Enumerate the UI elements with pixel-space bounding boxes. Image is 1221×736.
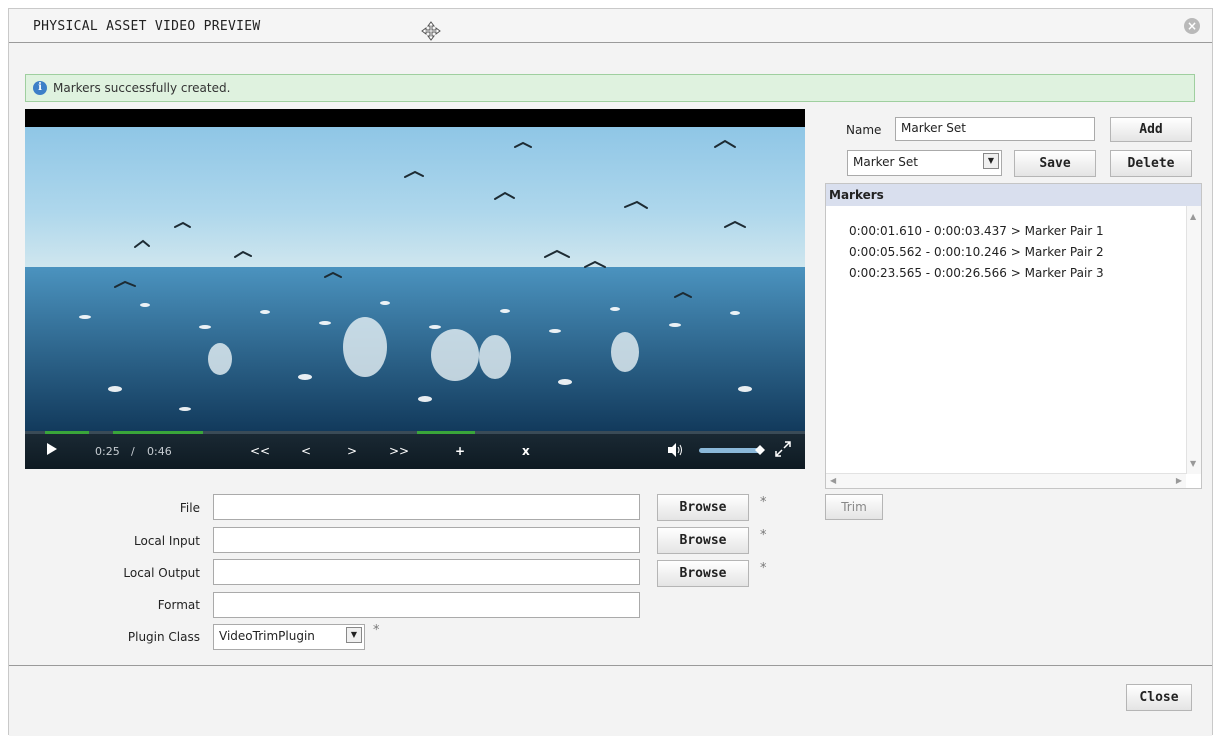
local-input-field[interactable] bbox=[213, 527, 640, 553]
markers-header: Markers bbox=[826, 184, 1201, 206]
current-time: 0:25 bbox=[95, 445, 120, 458]
seek-bar[interactable] bbox=[25, 431, 805, 434]
file-label: File bbox=[179, 501, 200, 515]
close-icon[interactable]: × bbox=[1184, 18, 1200, 34]
fullscreen-icon[interactable] bbox=[775, 441, 791, 457]
volume-icon[interactable] bbox=[668, 443, 684, 457]
asset-preview-dialog: PHYSICAL ASSET VIDEO PREVIEW × i Markers… bbox=[8, 8, 1213, 736]
marker-set-select[interactable]: Marker Set ▼ bbox=[847, 150, 1002, 176]
local-output-required-mark: * bbox=[760, 561, 767, 576]
local-input-label: Local Input bbox=[134, 534, 200, 548]
add-marker-set-button[interactable]: Add bbox=[1110, 117, 1192, 142]
delete-button[interactable]: Delete bbox=[1110, 150, 1192, 177]
scroll-down-icon[interactable]: ▼ bbox=[1190, 459, 1196, 468]
rewind-button[interactable]: << bbox=[250, 444, 270, 458]
marker-set-select-value: Marker Set bbox=[853, 155, 918, 169]
file-required-mark: * bbox=[760, 495, 767, 510]
video-player[interactable]: 0:25 / 0:46 << < > >> + x bbox=[25, 109, 805, 469]
plugin-class-label: Plugin Class bbox=[127, 630, 200, 644]
markers-list-box: Markers 0:00:01.610 - 0:00:03.437 > Mark… bbox=[825, 183, 1202, 489]
info-icon: i bbox=[33, 81, 47, 95]
scroll-right-icon[interactable]: ▶ bbox=[1176, 476, 1182, 485]
marker-item-2[interactable]: 0:00:05.562 - 0:00:10.246 > Marker Pair … bbox=[849, 245, 1104, 259]
marker-name-label: Name bbox=[846, 123, 882, 137]
marker-segment-3 bbox=[417, 431, 475, 434]
video-frame[interactable] bbox=[25, 127, 805, 431]
move-icon[interactable] bbox=[421, 21, 441, 41]
format-label: Format bbox=[157, 598, 200, 612]
chevron-down-icon[interactable]: ▼ bbox=[346, 627, 362, 643]
marker-segment-2 bbox=[113, 431, 203, 434]
dialog-titlebar[interactable]: PHYSICAL ASSET VIDEO PREVIEW × bbox=[9, 9, 1212, 43]
plugin-class-select[interactable]: VideoTrimPlugin ▼ bbox=[213, 624, 365, 650]
add-marker-button[interactable]: + bbox=[455, 444, 465, 458]
dialog-title: PHYSICAL ASSET VIDEO PREVIEW bbox=[33, 19, 261, 34]
duration: 0:46 bbox=[147, 445, 172, 458]
volume-slider[interactable] bbox=[699, 448, 761, 453]
marker-segment-1 bbox=[45, 431, 89, 434]
local-input-required-mark: * bbox=[760, 528, 767, 543]
horizontal-scrollbar[interactable]: ◀ ▶ bbox=[826, 473, 1186, 488]
close-button[interactable]: Close bbox=[1126, 684, 1192, 711]
dialog-footer: Close bbox=[9, 666, 1212, 736]
marker-name-input[interactable]: Marker Set bbox=[895, 117, 1095, 141]
local-output-field[interactable] bbox=[213, 559, 640, 585]
file-browse-button[interactable]: Browse bbox=[657, 494, 749, 521]
save-button[interactable]: Save bbox=[1014, 150, 1096, 177]
trim-button[interactable]: Trim bbox=[825, 494, 883, 520]
play-icon[interactable] bbox=[47, 443, 57, 455]
scroll-left-icon[interactable]: ◀ bbox=[830, 476, 836, 485]
scroll-up-icon[interactable]: ▲ bbox=[1190, 212, 1196, 221]
marker-item-3[interactable]: 0:00:23.565 - 0:00:26.566 > Marker Pair … bbox=[849, 266, 1104, 280]
local-output-browse-button[interactable]: Browse bbox=[657, 560, 749, 587]
player-controls: 0:25 / 0:46 << < > >> + x bbox=[25, 431, 805, 469]
vertical-scrollbar[interactable]: ▲ ▼ bbox=[1186, 206, 1201, 474]
previous-marker-button[interactable]: < bbox=[301, 444, 311, 458]
format-field[interactable] bbox=[213, 592, 640, 618]
success-message-bar: i Markers successfully created. bbox=[25, 74, 1195, 102]
time-separator: / bbox=[131, 445, 135, 458]
marker-item-1[interactable]: 0:00:01.610 - 0:00:03.437 > Marker Pair … bbox=[849, 224, 1104, 238]
chevron-down-icon[interactable]: ▼ bbox=[983, 153, 999, 169]
success-message-text: Markers successfully created. bbox=[53, 81, 231, 95]
next-marker-button[interactable]: > bbox=[347, 444, 357, 458]
remove-marker-button[interactable]: x bbox=[522, 444, 530, 458]
fast-forward-button[interactable]: >> bbox=[389, 444, 409, 458]
volume-handle[interactable] bbox=[755, 445, 765, 455]
local-output-label: Local Output bbox=[123, 566, 200, 580]
file-input[interactable] bbox=[213, 494, 640, 520]
local-input-browse-button[interactable]: Browse bbox=[657, 527, 749, 554]
plugin-class-value: VideoTrimPlugin bbox=[219, 629, 315, 643]
plugin-class-required-mark: * bbox=[373, 623, 380, 638]
video-scene bbox=[25, 139, 805, 431]
